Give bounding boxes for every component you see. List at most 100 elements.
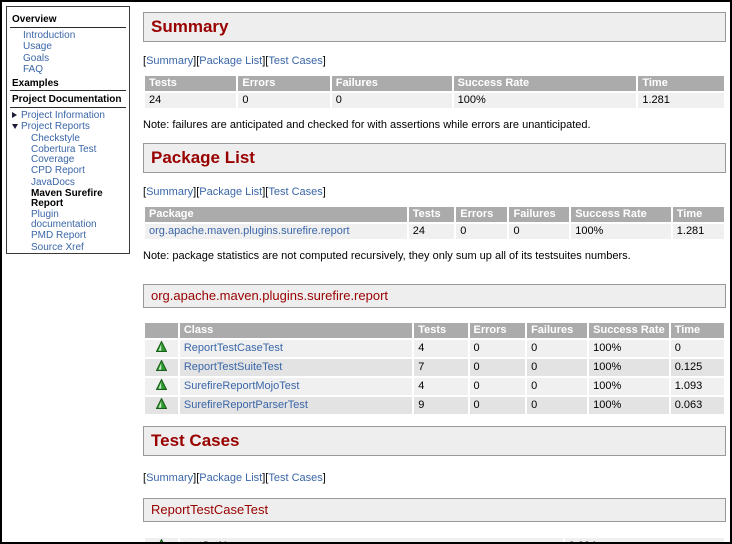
package-list-table: Package Tests Errors Failures Success Ra… <box>143 205 726 241</box>
success-icon <box>155 397 168 412</box>
summary-errors: 0 <box>238 93 330 108</box>
header-icon-blank <box>145 323 178 338</box>
sidebar-nav: Overview Introduction Usage Goals FAQ Ex… <box>6 6 130 254</box>
cell-success-rate: 100% <box>589 378 669 395</box>
sidebar-section-project-documentation: Project Documentation <box>10 93 126 108</box>
header-time: Time <box>670 323 724 338</box>
class-table-row: ReportTestSuiteTest 7 0 0 100% 0.125 <box>145 359 724 376</box>
crumb-package-list-link[interactable]: Package List <box>199 472 262 484</box>
cell-errors: 0 <box>469 359 526 376</box>
sidebar-item-cpd-report[interactable]: CPD Report <box>10 165 126 177</box>
bracket: ] <box>322 186 326 198</box>
package-link[interactable]: org.apache.maven.plugins.surefire.report <box>149 225 350 237</box>
sidebar-item-javadocs[interactable]: JavaDocs <box>10 177 126 189</box>
summary-tests: 24 <box>145 93 237 108</box>
cell-time: 1.093 <box>670 378 724 395</box>
header-tests: Tests <box>408 207 455 222</box>
header-package: Package <box>145 207 407 222</box>
cell-failures: 0 <box>527 378 588 395</box>
sidebar-section-overview: Overview <box>10 13 126 28</box>
package-tests: 24 <box>408 224 455 239</box>
sidebar-item-faq[interactable]: FAQ <box>10 64 126 76</box>
class-link[interactable]: ReportTestCaseTest <box>184 342 283 354</box>
header-errors: Errors <box>469 323 526 338</box>
crumb-test-cases-link[interactable]: Test Cases <box>268 55 322 67</box>
success-icon <box>155 359 168 374</box>
header-tests: Tests <box>145 76 237 91</box>
cell-success-rate: 100% <box>589 340 669 357</box>
cell-tests: 9 <box>414 397 468 414</box>
cell-failures: 0 <box>527 340 588 357</box>
summary-failures: 0 <box>331 93 452 108</box>
cell-tests: 4 <box>414 378 468 395</box>
cell-time: 0.063 <box>670 397 724 414</box>
header-success-rate: Success Rate <box>571 207 671 222</box>
package-success-rate: 100% <box>571 224 671 239</box>
success-icon <box>155 340 168 355</box>
summary-time: 1.281 <box>638 93 724 108</box>
header-time: Time <box>638 76 724 91</box>
header-errors: Errors <box>238 76 330 91</box>
sidebar-item-goals[interactable]: Goals <box>10 53 126 65</box>
sidebar-item-pmd-report[interactable]: PMD Report <box>10 230 126 242</box>
main-content: Summary [Summary][Package List][Test Cas… <box>143 2 726 542</box>
crumb-test-cases-link[interactable]: Test Cases <box>268 186 322 198</box>
package-list-note: Note: package statistics are not compute… <box>143 250 631 262</box>
header-tests: Tests <box>414 323 468 338</box>
section-title-test-cases: Test Cases <box>143 426 726 456</box>
down-arrow-icon[interactable] <box>12 124 18 129</box>
cell-errors: 0 <box>469 340 526 357</box>
sidebar-item-usage[interactable]: Usage <box>10 41 126 53</box>
cell-failures: 0 <box>527 359 588 376</box>
summary-table-row: 24 0 0 100% 1.281 <box>145 93 724 108</box>
test-time: 0.094 <box>564 538 724 542</box>
package-table-header-row: Package Tests Errors Failures Success Ra… <box>145 207 724 222</box>
header-time: Time <box>672 207 724 222</box>
test-case-row: testSetName 0.094 <box>145 538 724 542</box>
crumb-summary-link[interactable]: Summary <box>146 55 193 67</box>
sidebar-item-tag-list[interactable]: Tag List <box>10 253 126 254</box>
summary-note: Note: failures are anticipated and check… <box>143 119 591 131</box>
class-table-row: SurefireReportMojoTest 4 0 0 100% 1.093 <box>145 378 724 395</box>
sidebar-item-cobertura-test-coverage[interactable]: Cobertura Test Coverage <box>10 144 126 165</box>
crumb-summary-link[interactable]: Summary <box>146 472 193 484</box>
bracket: ] <box>322 472 326 484</box>
crumb-test-cases-link[interactable]: Test Cases <box>268 472 322 484</box>
cell-success-rate: 100% <box>589 397 669 414</box>
crumb-package-list-link[interactable]: Package List <box>199 55 262 67</box>
test-name: testSetName <box>180 538 563 542</box>
success-icon <box>155 378 168 393</box>
header-failures: Failures <box>331 76 452 91</box>
class-link[interactable]: ReportTestSuiteTest <box>184 361 282 373</box>
cell-success-rate: 100% <box>589 359 669 376</box>
class-link[interactable]: SurefireReportMojoTest <box>184 380 300 392</box>
sidebar-item-project-information[interactable]: Project Information <box>10 110 126 122</box>
crumb-summary-link[interactable]: Summary <box>146 186 193 198</box>
test-cases-table: testSetName 0.094 testSetTestCases 0 <box>143 536 726 542</box>
summary-success-rate: 100% <box>453 93 637 108</box>
header-errors: Errors <box>456 207 508 222</box>
right-arrow-icon[interactable] <box>12 111 17 118</box>
summary-table: Tests Errors Failures Success Rate Time … <box>143 74 726 110</box>
sidebar-item-introduction[interactable]: Introduction <box>10 30 126 42</box>
package-detail-title: org.apache.maven.plugins.surefire.report <box>143 284 726 308</box>
class-table-header-row: Class Tests Errors Failures Success Rate… <box>145 323 724 338</box>
cell-time: 0.125 <box>670 359 724 376</box>
sidebar-section-examples: Examples <box>10 77 126 91</box>
bracket: ] <box>322 55 326 67</box>
sidebar-item-project-reports[interactable]: Project Reports <box>10 121 126 133</box>
package-table-row: org.apache.maven.plugins.surefire.report… <box>145 224 724 239</box>
crumb-package-list-link[interactable]: Package List <box>199 186 262 198</box>
crumb-links-test-cases: [Summary][Package List][Test Cases] <box>143 472 726 484</box>
crumb-links-package-list: [Summary][Package List][Test Cases] <box>143 186 726 198</box>
header-class: Class <box>179 323 413 338</box>
cell-tests: 7 <box>414 359 468 376</box>
surefire-report-page: Overview Introduction Usage Goals FAQ Ex… <box>0 0 732 544</box>
sidebar-item-plugin-documentation[interactable]: Plugin documentation <box>10 209 126 230</box>
sidebar-item-source-xref[interactable]: Source Xref <box>10 242 126 254</box>
class-link[interactable]: SurefireReportParserTest <box>184 399 308 411</box>
class-table-row: ReportTestCaseTest 4 0 0 100% 0 <box>145 340 724 357</box>
header-failures: Failures <box>527 323 588 338</box>
header-failures: Failures <box>509 207 570 222</box>
sidebar-item-checkstyle[interactable]: Checkstyle <box>10 133 126 145</box>
